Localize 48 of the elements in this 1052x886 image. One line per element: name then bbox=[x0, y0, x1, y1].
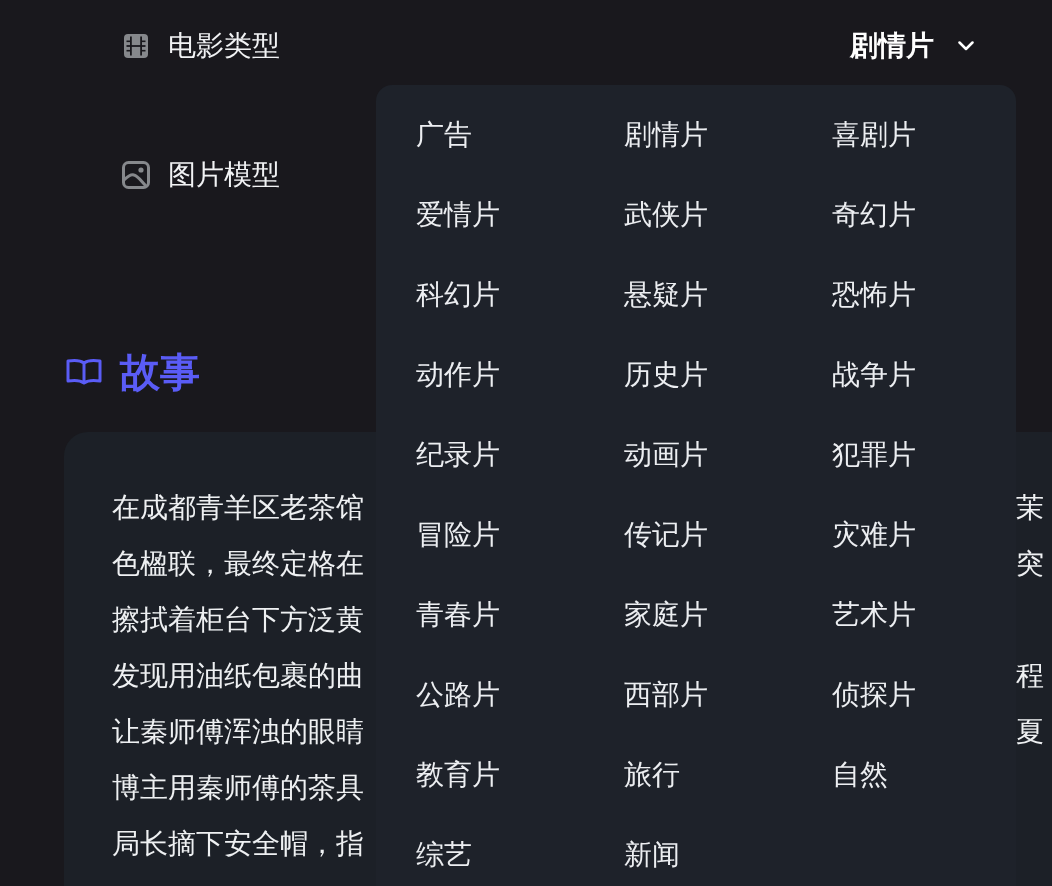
story-text: 夏 bbox=[1016, 715, 1044, 749]
chevron-down-icon bbox=[958, 41, 974, 51]
menu-option[interactable]: 传记片 bbox=[624, 519, 708, 551]
menu-option[interactable]: 冒险片 bbox=[416, 519, 500, 551]
menu-option[interactable]: 新闻 bbox=[624, 839, 680, 871]
menu-option[interactable]: 侦探片 bbox=[832, 679, 916, 711]
section-title: 故事 bbox=[120, 349, 200, 396]
story-text: 发现用油纸包裹的曲 bbox=[112, 659, 364, 693]
menu-option[interactable]: 犯罪片 bbox=[832, 439, 916, 471]
menu-option[interactable]: 旅行 bbox=[624, 759, 680, 791]
menu-option[interactable]: 动画片 bbox=[624, 439, 708, 471]
menu-option[interactable]: 纪录片 bbox=[416, 439, 500, 471]
menu-option[interactable]: 教育片 bbox=[416, 759, 500, 791]
menu-option[interactable]: 剧情片 bbox=[624, 119, 708, 151]
menu-option[interactable]: 奇幻片 bbox=[832, 199, 916, 231]
image-icon bbox=[122, 161, 150, 189]
menu-option[interactable]: 爱情片 bbox=[416, 199, 500, 231]
menu-option[interactable]: 西部片 bbox=[624, 679, 708, 711]
menu-option[interactable]: 灾难片 bbox=[832, 519, 916, 551]
story-text: 茉 bbox=[1016, 491, 1044, 525]
story-text: 局长摘下安全帽，指 bbox=[112, 827, 364, 861]
menu-option[interactable]: 武侠片 bbox=[624, 199, 708, 231]
setting-label: 电影类型 bbox=[168, 30, 280, 62]
setting-label: 图片模型 bbox=[168, 159, 280, 191]
story-text: 色楹联，最终定格在 bbox=[112, 547, 364, 581]
select-trigger[interactable]: 剧情片 bbox=[850, 30, 974, 62]
story-text: 让秦师傅浑浊的眼睛 bbox=[112, 715, 364, 749]
story-text: 突 bbox=[1016, 547, 1044, 581]
story-text: 擦拭着柜台下方泛黄 bbox=[112, 603, 364, 637]
menu-option[interactable]: 喜剧片 bbox=[832, 119, 916, 151]
film-icon bbox=[124, 34, 148, 58]
story-text: 程 bbox=[1016, 659, 1044, 693]
menu-option[interactable]: 公路片 bbox=[416, 679, 500, 711]
menu-option[interactable]: 综艺 bbox=[416, 839, 472, 871]
menu-option[interactable]: 历史片 bbox=[624, 359, 708, 391]
menu-option[interactable]: 家庭片 bbox=[624, 599, 708, 631]
menu-option[interactable]: 悬疑片 bbox=[624, 279, 708, 311]
menu-option[interactable]: 战争片 bbox=[832, 359, 916, 391]
menu-option[interactable]: 恐怖片 bbox=[832, 279, 916, 311]
story-text: 在成都青羊区老茶馆 bbox=[112, 491, 364, 525]
menu-option[interactable]: 青春片 bbox=[416, 599, 500, 631]
book-icon bbox=[66, 358, 102, 386]
menu-option[interactable]: 动作片 bbox=[416, 359, 500, 391]
menu-option[interactable]: 科幻片 bbox=[416, 279, 500, 311]
menu-option[interactable]: 自然 bbox=[832, 759, 888, 791]
story-text: 博主用秦师傅的茶具 bbox=[112, 771, 364, 805]
menu-option[interactable]: 艺术片 bbox=[832, 599, 916, 631]
menu-option[interactable]: 广告 bbox=[416, 119, 472, 151]
